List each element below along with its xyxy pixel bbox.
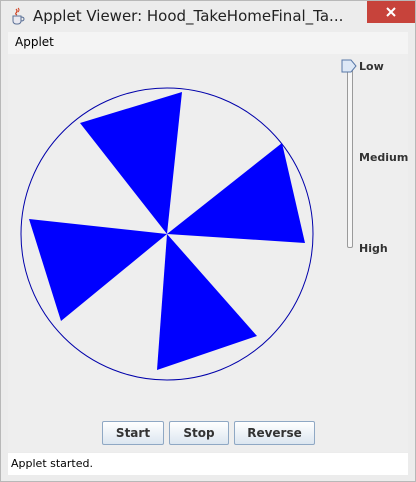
title-bar[interactable]: Applet Viewer: Hood_TakeHomeFinal_Ta... [1, 1, 415, 31]
wheel-blades [29, 92, 305, 370]
applet-canvas: Low Medium High Start Stop Reverse [8, 54, 408, 452]
speed-label-medium: Medium [359, 151, 409, 164]
wheel-blade [29, 219, 167, 321]
applet-viewer-window: Applet Viewer: Hood_TakeHomeFinal_Ta... … [0, 0, 416, 482]
speed-label-high: High [359, 242, 388, 255]
wheel-blade [167, 143, 305, 243]
menu-applet[interactable]: Applet [15, 35, 54, 49]
close-icon [386, 7, 396, 17]
speed-slider-track[interactable] [347, 66, 353, 248]
status-text: Applet started. [11, 457, 93, 470]
wheel-blade [80, 92, 182, 234]
close-button[interactable] [367, 1, 415, 23]
speed-slider[interactable]: Low Medium High [341, 58, 409, 258]
wheel-blade [157, 234, 257, 370]
menu-bar: Applet [8, 32, 408, 54]
stop-button[interactable]: Stop [169, 421, 229, 445]
java-cup-icon [12, 7, 25, 25]
status-bar: Applet started. [8, 453, 408, 475]
start-button[interactable]: Start [102, 421, 164, 445]
speed-slider-thumb[interactable] [341, 58, 357, 74]
pinwheel [20, 87, 314, 381]
reverse-button[interactable]: Reverse [234, 421, 315, 445]
window-title: Applet Viewer: Hood_TakeHomeFinal_Ta... [33, 7, 344, 25]
speed-label-low: Low [359, 60, 384, 73]
